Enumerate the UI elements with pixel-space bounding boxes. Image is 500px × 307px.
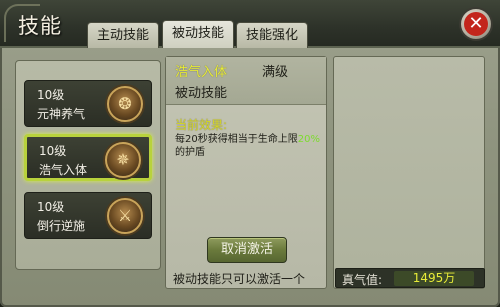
skill-level-label: 10级 <box>37 200 65 214</box>
skill-level-label: 10级 <box>37 88 65 102</box>
tab-active-skills[interactable]: 主动技能 <box>87 22 159 48</box>
qi-value: 1495万 <box>394 271 474 286</box>
effect-heading: 当前效果: <box>175 118 228 132</box>
tab-passive-skills[interactable]: 被动技能 <box>162 20 234 48</box>
skill-level-label: 10级 <box>39 144 67 158</box>
skill-name-label: 元神养气 <box>37 107 86 121</box>
qi-bar: 真气值: 1495万 <box>335 268 485 288</box>
selected-skill-name: 浩气入体 <box>175 65 228 80</box>
qi-label: 真气值: <box>342 273 383 287</box>
skill-level-status: 满级 <box>262 65 289 80</box>
skill-haoqi-icon: ✵ <box>105 142 141 178</box>
skill-card-haoqi[interactable]: 10级 浩气入体 ✵ <box>24 134 152 181</box>
skill-card-yuanshen[interactable]: 10级 元神养气 ❂ <box>24 80 152 127</box>
passive-note: 被动技能只可以激活一个 <box>173 272 306 286</box>
skill-list-panel: 10级 元神养气 ❂ 10级 浩气入体 ✵ 10级 倒行逆施 ⚔ <box>15 60 161 270</box>
skill-name-label: 浩气入体 <box>39 163 88 177</box>
right-info-panel <box>333 56 485 289</box>
window-title: 技能 <box>18 14 62 38</box>
skill-yuanshen-icon: ❂ <box>107 86 143 122</box>
close-button[interactable]: ✕ <box>459 7 493 41</box>
effect-description: 每20秒获得相当于生命上限20% 的护盾 <box>175 133 323 159</box>
skill-name-label: 倒行逆施 <box>37 219 86 233</box>
skill-type-label: 被动技能 <box>175 86 228 101</box>
effect-text-before: 每20秒获得相当于生命上限 <box>175 134 298 145</box>
skill-daoxing-icon: ⚔ <box>107 198 143 234</box>
skill-header-box: 浩气入体 满级 被动技能 <box>166 57 326 105</box>
cancel-activation-button[interactable]: 取消激活 <box>207 237 287 263</box>
effect-highlight-value: 20% <box>297 134 320 145</box>
close-icon: ✕ <box>464 12 488 36</box>
tab-skill-enhance[interactable]: 技能强化 <box>236 22 308 48</box>
skill-card-daoxing[interactable]: 10级 倒行逆施 ⚔ <box>24 192 152 239</box>
effect-text-after: 的护盾 <box>175 147 205 158</box>
